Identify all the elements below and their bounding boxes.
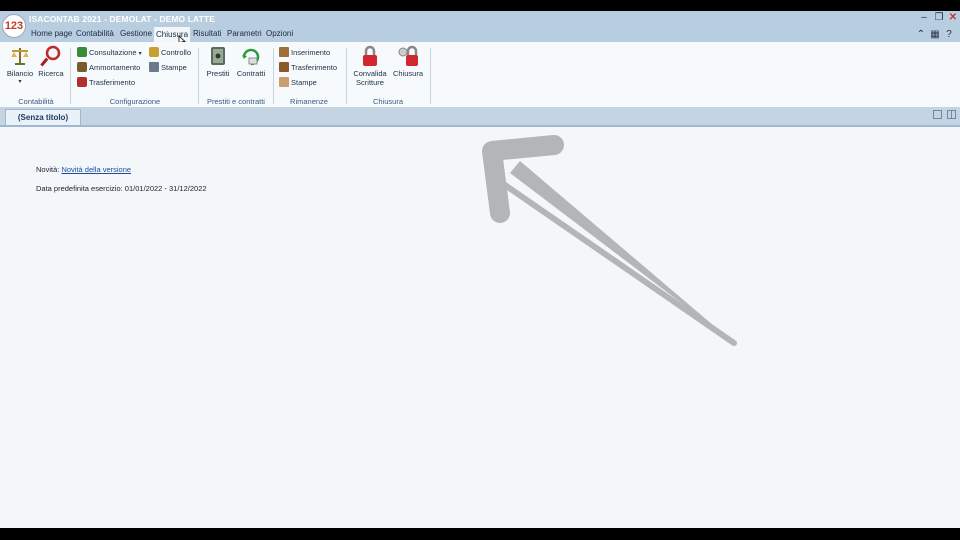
contratti-button[interactable]: Contratti [235,45,267,78]
trasferimento-config-label: Trasferimento [89,78,135,87]
menu-contabilita[interactable]: Contabilità [76,29,114,38]
search-icon [40,45,61,67]
ribbon-separator [273,48,274,104]
app-window: ISACONTAB 2021 - DEMOLAT - DEMO LATTE – … [0,11,960,528]
box-icon [279,47,289,57]
consultazione-label: Consultazione [89,48,137,57]
inserimento-button[interactable]: Inserimento [279,47,330,59]
group-label-chiusura: Chiusura [372,97,403,106]
inserimento-label: Inserimento [291,48,331,57]
trasferimento-rim-label: Trasferimento [291,63,337,72]
consultazione-button[interactable]: Consultazione ▾ [77,47,142,59]
house-icon [77,62,87,72]
stampe-rim-label: Stampe [291,78,317,87]
group-label-configurazione: Configurazione [109,97,161,106]
ammortamento-label: Ammortamento [89,63,141,72]
menu-opzioni[interactable]: Opzioni [266,29,293,38]
trasferimento-rim-button[interactable]: Trasferimento [279,62,337,74]
box-transfer-icon [279,62,289,72]
calculator-icon[interactable]: ▦ [930,30,940,40]
convalida-scritture-button[interactable]: Convalida Scritture [352,45,388,87]
novita-row: Novità: Novità della versione [36,165,131,174]
prestiti-button[interactable]: Prestiti [204,45,232,78]
menu-risultati[interactable]: Risultati [193,29,221,38]
contratti-label: Contratti [236,69,266,78]
data-predefinita-text: Data predefinita esercizio: 01/01/2022 -… [36,184,207,193]
ribbon-separator [70,48,71,104]
controllo-label: Controllo [161,48,192,57]
novita-label: Novità: [36,165,60,174]
dropdown-arrow-icon: ▾ [18,79,22,85]
chiusura-label: Chiusura [392,69,423,78]
menu-home-page[interactable]: Home page [31,29,72,38]
tab-senza-titolo[interactable]: (Senza titolo) [5,109,81,125]
menu-gestione[interactable]: Gestione [120,29,152,38]
stampe-rim-button[interactable]: Stampe [279,77,317,89]
ricerca-label: Ricerca [38,69,64,78]
convalida-label-2: Scritture [356,78,384,87]
app-title: ISACONTAB 2021 - DEMOLAT - DEMO LATTE [29,14,215,24]
ribbon-separator [430,48,431,104]
novita-link[interactable]: Novità della versione [61,165,131,174]
convalida-label-1: Convalida [353,69,387,78]
ribbon-separator [346,48,347,104]
house-icon [77,47,87,57]
restore-icon[interactable]: ❐ [934,13,944,23]
group-label-contabilita: Contabilità [18,97,54,106]
collapse-ribbon-icon[interactable]: ⌃ [916,30,926,40]
safe-icon [211,47,225,65]
group-label-prestiti: Prestiti e contratti [207,97,265,106]
ammortamento-button[interactable]: Ammortamento [77,62,140,74]
close-icon[interactable]: ✕ [948,13,958,23]
chiusura-button[interactable]: Chiusura [392,45,424,78]
stampe-config-button[interactable]: Stampe [149,62,187,74]
tab-split-icon[interactable] [947,110,956,119]
stampe-config-label: Stampe [161,63,187,72]
ribbon-separator [198,48,199,104]
help-icon[interactable]: ? [944,30,954,40]
ribbon: Bilancio ▾ Ricerca Contabilità Consultaz… [0,42,960,108]
transfer-icon [77,77,87,87]
box-print-icon [279,77,289,87]
contract-icon [242,48,260,66]
dropdown-arrow-icon: ▾ [138,51,142,57]
lock-icon [363,45,377,66]
menu-bar: Home page Contabilità Gestione Chiusura … [0,27,960,42]
ricerca-button[interactable]: Ricerca [37,45,65,78]
scale-icon [11,48,29,65]
bilancio-label: Bilancio [6,69,34,78]
tab-window-icon[interactable] [933,110,942,119]
group-label-rimanenze: Rimanenze [290,97,328,106]
title-bar: ISACONTAB 2021 - DEMOLAT - DEMO LATTE – … [0,11,960,27]
check-icon [149,47,159,57]
minimize-icon[interactable]: – [919,13,929,23]
prestiti-label: Prestiti [206,69,230,78]
trasferimento-config-button[interactable]: Trasferimento [77,77,135,89]
lock-key-icon [398,45,418,66]
controllo-button[interactable]: Controllo [149,47,191,59]
annotation-arrow-icon [482,135,737,346]
menu-parametri[interactable]: Parametri [227,29,262,38]
app-logo: 123 [2,14,26,38]
printer-icon [149,62,159,72]
bilancio-button[interactable]: Bilancio ▾ [5,45,35,86]
